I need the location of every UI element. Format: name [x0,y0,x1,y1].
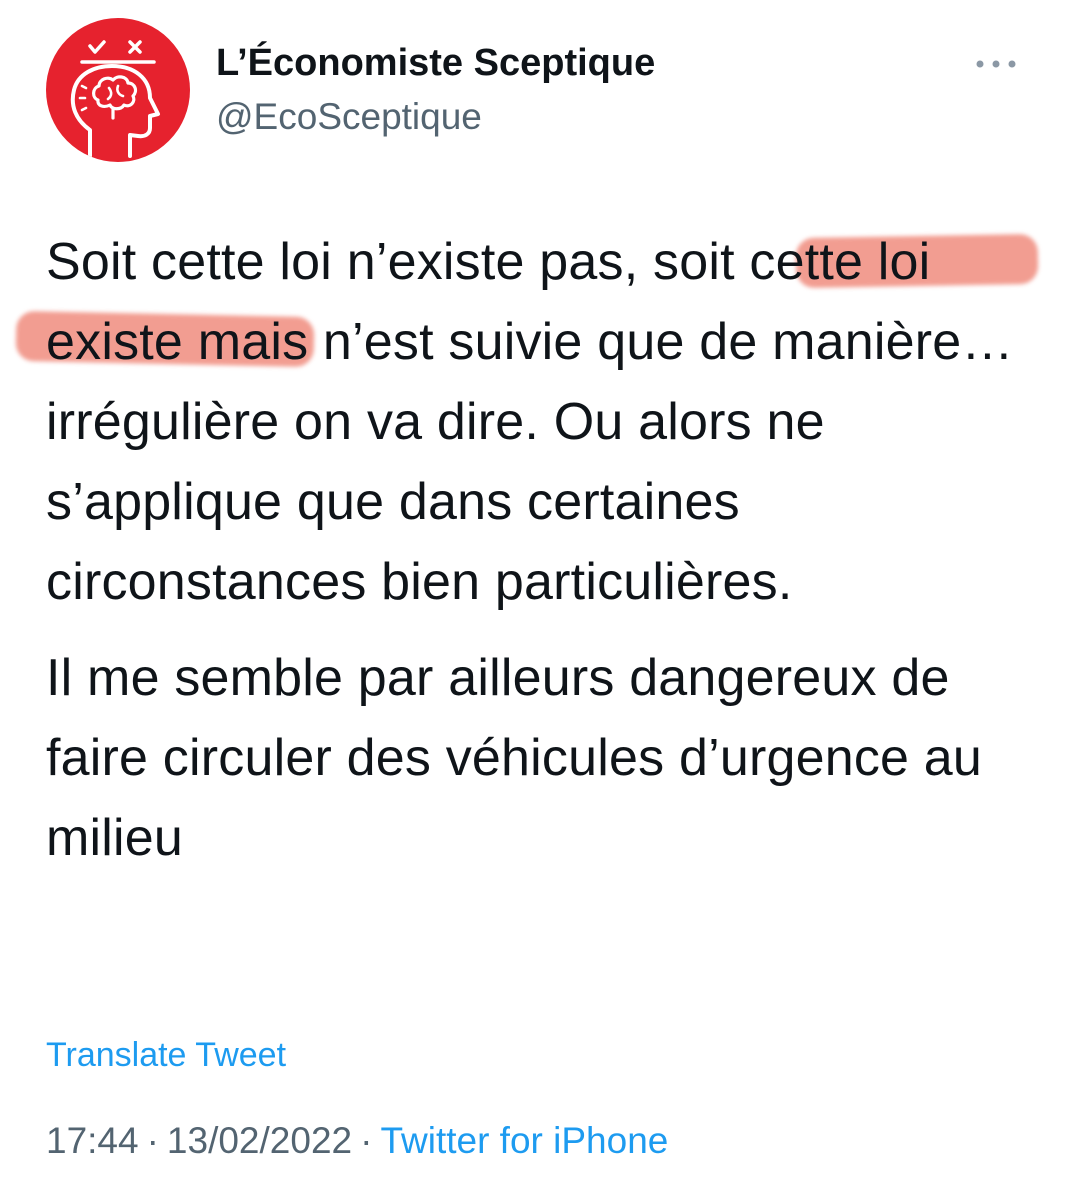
head-brain-check-cross-icon [70,40,160,158]
tweet-meta: 17:44 · 13/02/2022 · Twitter for iPhone [46,1120,668,1162]
tweet: L’Économiste Sceptique @EcoSceptique Soi… [0,0,1066,1200]
avatar[interactable] [46,18,190,162]
tweet-date: 13/02/2022 [166,1120,353,1161]
tweet-source-link[interactable]: Twitter for iPhone [380,1120,668,1161]
tweet-paragraph-2: Il me semble par ailleurs dangereux de f… [46,649,983,867]
tweet-time: 17:44 [46,1120,139,1161]
more-button[interactable] [966,44,1026,84]
paragraph-1-part-1: Soit cette loi n’existe pas, so [46,233,709,291]
more-dots-icon [976,60,1016,68]
meta-separator: · [146,1120,159,1161]
user-handle[interactable]: @EcoSceptique [216,96,482,138]
display-name[interactable]: L’Économiste Sceptique [216,42,655,85]
tweet-paragraph-1: Soit cette loi n’existe pas, soit cette … [15,222,1039,622]
paragraph-1-text: Soit cette loi n’existe pas, soit cette … [46,233,1014,611]
tweet-text: Soit cette loi n’existe pas, soit cette … [15,222,1039,878]
meta-separator: · [360,1120,373,1161]
translate-tweet-link[interactable]: Translate Tweet [46,1036,286,1075]
